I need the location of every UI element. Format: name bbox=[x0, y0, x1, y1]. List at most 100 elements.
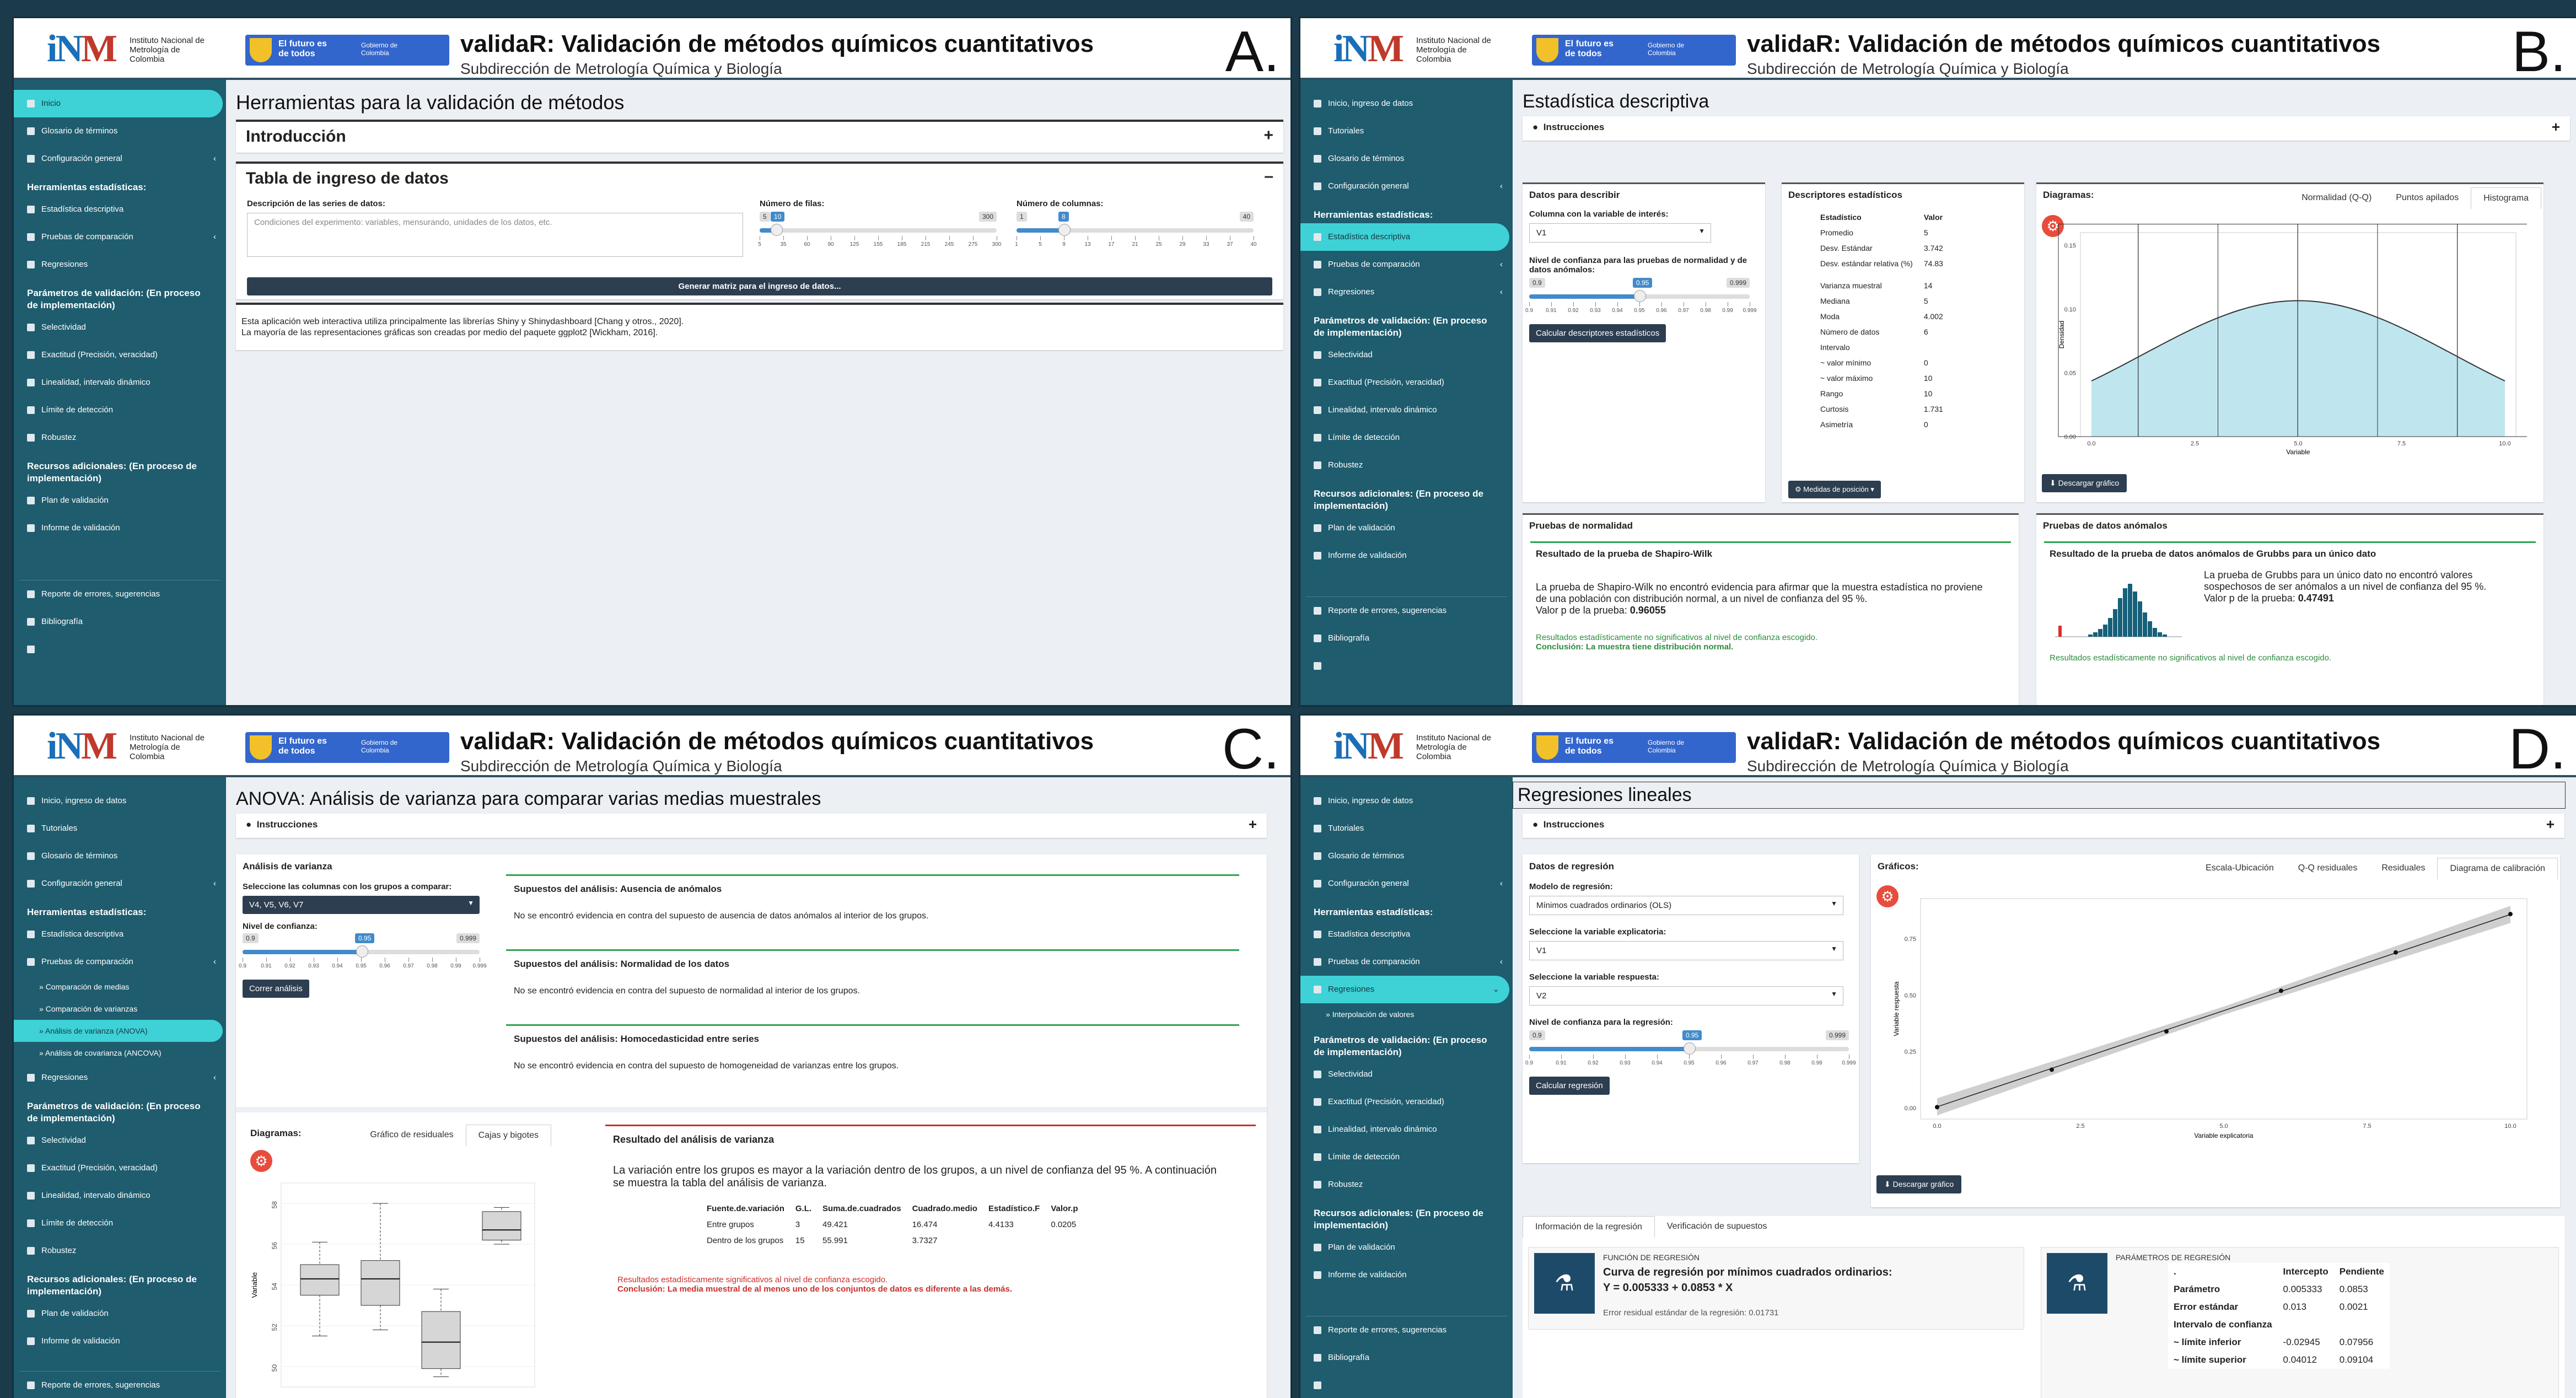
sidebar-item-tutoriales[interactable]: Tutoriales bbox=[1300, 117, 1513, 145]
sidebar-item-comparacion[interactable]: Pruebas de comparación ‹ bbox=[1300, 251, 1513, 278]
sidebar-item-config[interactable]: Configuración general ‹ bbox=[14, 145, 226, 173]
sidebar-item-config[interactable]: Configuración general ‹ bbox=[1300, 870, 1513, 897]
slider-handle[interactable] bbox=[771, 224, 783, 236]
confidence-slider[interactable]: 0.9 0.95 0.999 0.9 0.91 0.92 0.93 0.94 0.95 0.96… bbox=[1525, 278, 1757, 316]
calculate-descriptors-button[interactable]: Calcular descriptores estadísticos bbox=[1529, 324, 1666, 342]
generate-matrix-button[interactable]: Generar matriz para el ingreso de datos.… bbox=[247, 277, 1272, 295]
sidebar-item-linealidad[interactable]: Linealidad, intervalo dinámico bbox=[1300, 1116, 1513, 1143]
sidebar-item-tutoriales[interactable]: Tutoriales bbox=[14, 815, 226, 842]
groups-select[interactable]: V4, V5, V6, V7 ▼ bbox=[243, 896, 480, 914]
sidebar-item-extra[interactable] bbox=[1300, 1372, 1513, 1398]
column-select[interactable]: V1 ▼ bbox=[1529, 223, 1711, 243]
sidebar-item-limite[interactable]: Límite de detección bbox=[1300, 424, 1513, 451]
position-measures-dropdown[interactable]: ⚙ Medidas de posición ▾ bbox=[1788, 481, 1881, 498]
sidebar-item-robustez[interactable]: Robustez bbox=[14, 1237, 226, 1265]
tab-residuals[interactable]: Gráfico de residuales bbox=[358, 1125, 465, 1146]
cols-slider[interactable]: 1 8 40 1 5 9 13 17 21 25 29 33 37 40 bbox=[1015, 212, 1257, 250]
sidebar-item-reporte[interactable]: Reporte de errores, sugerencias bbox=[14, 1372, 226, 1398]
sidebar-item-config[interactable]: Configuración general ‹ bbox=[14, 870, 226, 897]
sidebar-item-reporte[interactable]: Reporte de errores, sugerencias bbox=[14, 580, 226, 608]
slider-handle[interactable] bbox=[1058, 224, 1071, 236]
sidebar-item-exactitud[interactable]: Exactitud (Precisión, veracidad) bbox=[14, 1154, 226, 1182]
intro-box[interactable]: Introducción + bbox=[236, 120, 1283, 153]
sidebar-item-inicio[interactable]: Inicio bbox=[14, 90, 223, 117]
sidebar-subitem-medias[interactable]: » Comparación de medias bbox=[14, 976, 226, 998]
y-variable-select[interactable]: V2 ▼ bbox=[1529, 986, 1843, 1006]
sidebar-item-inicio[interactable]: Inicio, ingreso de datos bbox=[1300, 90, 1513, 117]
sidebar-item-plan[interactable]: Plan de validación bbox=[1300, 514, 1513, 542]
sidebar-item-inicio[interactable]: Inicio, ingreso de datos bbox=[14, 787, 226, 815]
plus-icon[interactable]: + bbox=[1263, 126, 1273, 145]
sidebar-subitem-varianzas[interactable]: » Comparación de varianzas bbox=[14, 998, 226, 1020]
sidebar-item-limite[interactable]: Límite de detección bbox=[1300, 1143, 1513, 1171]
description-textarea[interactable]: Condiciones del experimento: variables, … bbox=[247, 213, 743, 257]
sidebar-item-informe[interactable]: Informe de validación bbox=[1300, 1261, 1513, 1289]
plus-icon[interactable]: + bbox=[2552, 119, 2560, 136]
instructions-box[interactable]: ● Instrucciones + bbox=[1523, 814, 2564, 838]
sidebar-item-robustez[interactable]: Robustez bbox=[1300, 1171, 1513, 1198]
confidence-slider[interactable]: 0.9 0.95 0.999 0.9 0.91 0.92 0.93 0.94 0.95 0.96… bbox=[239, 933, 487, 972]
sidebar-item-glosario[interactable]: Glosario de términos bbox=[1300, 145, 1513, 173]
tab-scale-location[interactable]: Escala-Ubicación bbox=[2193, 858, 2286, 879]
sidebar-subitem-ancova[interactable]: » Análisis de covarianza (ANCOVA) bbox=[14, 1042, 226, 1064]
tab-residuals[interactable]: Residuales bbox=[2369, 858, 2437, 879]
confidence-slider[interactable]: 0.9 0.95 0.999 0.9 0.91 0.92 0.93 0.94 0.95 0.96… bbox=[1525, 1030, 1856, 1069]
sidebar-subitem-interpolacion[interactable]: » Interpolación de valores bbox=[1300, 1003, 1513, 1025]
tab-dots[interactable]: Puntos apilados bbox=[2384, 187, 2471, 209]
sidebar-item-comparacion[interactable]: Pruebas de comparación ‹ bbox=[1300, 948, 1513, 976]
run-analysis-button[interactable]: Correr análisis bbox=[243, 980, 309, 998]
sidebar-item-linealidad[interactable]: Linealidad, intervalo dinámico bbox=[14, 369, 226, 396]
plus-icon[interactable]: + bbox=[1249, 816, 1257, 833]
sidebar-item-glosario[interactable]: Glosario de términos bbox=[1300, 842, 1513, 870]
sidebar-item-bibliografia[interactable]: Bibliografía bbox=[14, 608, 226, 636]
sidebar-item-plan[interactable]: Plan de validación bbox=[14, 487, 226, 514]
tab-qq-residuals[interactable]: Q-Q residuales bbox=[2286, 858, 2370, 879]
sidebar-item-informe[interactable]: Informe de validación bbox=[1300, 542, 1513, 569]
instructions-box[interactable]: ● Instrucciones + bbox=[236, 814, 1267, 838]
tab-boxplot[interactable]: Cajas y bigotes bbox=[465, 1125, 551, 1146]
sidebar-item-limite[interactable]: Límite de detección bbox=[14, 1209, 226, 1237]
sidebar-item-tutoriales[interactable]: Tutoriales bbox=[1300, 815, 1513, 842]
sidebar-item-bibliografia[interactable]: Bibliografía bbox=[1300, 625, 1513, 652]
tab-calibration[interactable]: Diagrama de calibración bbox=[2437, 858, 2558, 879]
sidebar-item-bibliografia[interactable]: Bibliografía bbox=[1300, 1344, 1513, 1372]
settings-gear-icon[interactable]: ⚙ bbox=[250, 1150, 272, 1172]
sidebar-item-config[interactable]: Configuración general ‹ bbox=[1300, 173, 1513, 200]
sidebar-item-extra[interactable] bbox=[1300, 652, 1513, 680]
sidebar-item-informe[interactable]: Informe de validación bbox=[14, 1327, 226, 1355]
sidebar-item-glosario[interactable]: Glosario de términos bbox=[14, 117, 226, 145]
sidebar-item-reporte[interactable]: Reporte de errores, sugerencias bbox=[1300, 1316, 1513, 1344]
sidebar-item-regresiones[interactable]: Regresiones ‹ bbox=[14, 1064, 226, 1091]
slider-handle[interactable] bbox=[1634, 290, 1646, 302]
sidebar-subitem-anova[interactable]: » Análisis de varianza (ANOVA) bbox=[14, 1020, 223, 1042]
sidebar-item-linealidad[interactable]: Linealidad, intervalo dinámico bbox=[1300, 396, 1513, 424]
sidebar-item-plan[interactable]: Plan de validación bbox=[1300, 1234, 1513, 1261]
sidebar-item-selectividad[interactable]: Selectividad bbox=[14, 314, 226, 341]
sidebar-item-plan[interactable]: Plan de validación bbox=[14, 1300, 226, 1327]
sidebar-item-robustez[interactable]: Robustez bbox=[1300, 451, 1513, 479]
sidebar-item-informe[interactable]: Informe de validación bbox=[14, 514, 226, 542]
minus-icon[interactable]: – bbox=[1264, 167, 1273, 186]
instructions-box[interactable]: ● Instrucciones + bbox=[1523, 116, 2570, 141]
sidebar-item-exactitud[interactable]: Exactitud (Precisión, veracidad) bbox=[1300, 1088, 1513, 1116]
slider-handle[interactable] bbox=[1684, 1042, 1696, 1055]
sidebar-item-reporte[interactable]: Reporte de errores, sugerencias bbox=[1300, 597, 1513, 625]
download-chart-button[interactable]: ⬇ Descargar gráfico bbox=[1876, 1175, 1962, 1193]
sidebar-item-linealidad[interactable]: Linealidad, intervalo dinámico bbox=[14, 1182, 226, 1209]
sidebar-item-regresiones[interactable]: Regresiones ⌄ bbox=[1300, 976, 1509, 1003]
tab-regression-info[interactable]: Información de la regresión bbox=[1523, 1216, 1655, 1238]
sidebar-item-regresiones[interactable]: Regresiones ‹ bbox=[1300, 278, 1513, 306]
download-chart-button[interactable]: ⬇ Descargar gráfico bbox=[2042, 474, 2127, 492]
sidebar-item-selectividad[interactable]: Selectividad bbox=[1300, 1061, 1513, 1088]
slider-handle[interactable] bbox=[356, 945, 368, 958]
tab-qq[interactable]: Normalidad (Q-Q) bbox=[2289, 187, 2384, 209]
sidebar-item-comparacion[interactable]: Pruebas de comparación ‹ bbox=[14, 223, 226, 251]
sidebar-item-selectividad[interactable]: Selectividad bbox=[1300, 341, 1513, 369]
sidebar-item-estadistica[interactable]: Estadística descriptiva bbox=[1300, 921, 1513, 948]
sidebar-item-estadistica[interactable]: Estadística descriptiva bbox=[14, 921, 226, 948]
sidebar-item-inicio[interactable]: Inicio, ingreso de datos bbox=[1300, 787, 1513, 815]
sidebar-item-exactitud[interactable]: Exactitud (Precisión, veracidad) bbox=[1300, 369, 1513, 396]
calculate-regression-button[interactable]: Calcular regresión bbox=[1529, 1077, 1610, 1095]
sidebar-item-selectividad[interactable]: Selectividad bbox=[14, 1127, 226, 1154]
sidebar-item-estadistica[interactable]: Estadística descriptiva bbox=[1300, 223, 1509, 251]
